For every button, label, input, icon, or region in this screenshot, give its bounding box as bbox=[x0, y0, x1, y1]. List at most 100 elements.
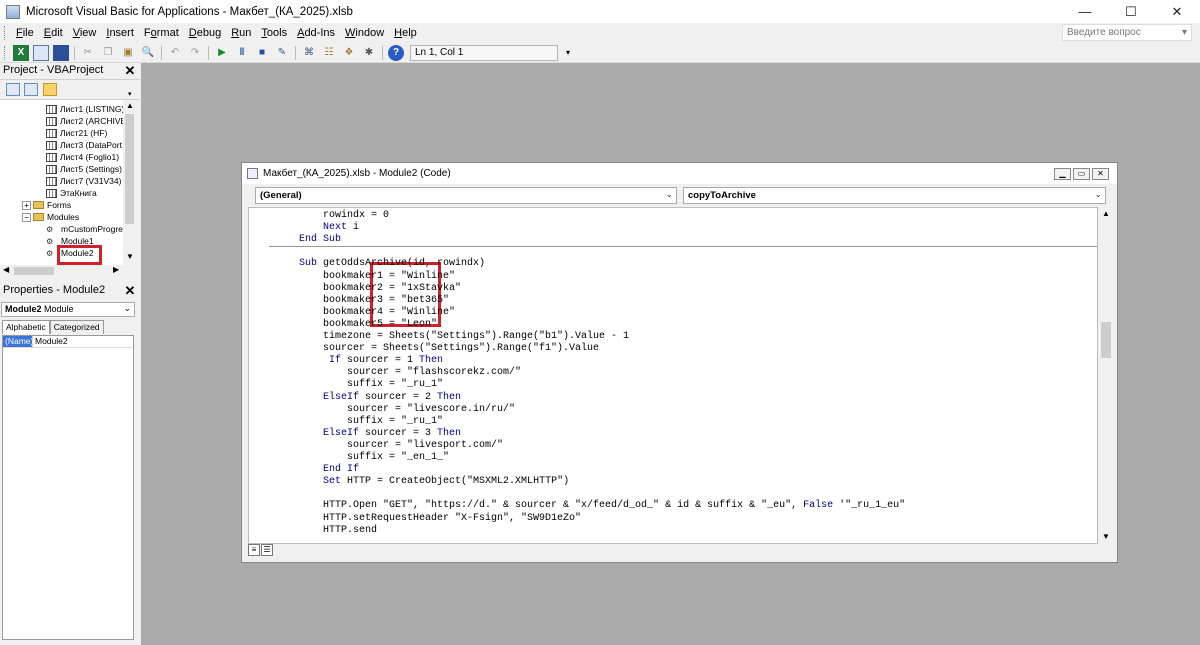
menu-window[interactable]: Window bbox=[340, 27, 389, 39]
menu-file[interactable]: File bbox=[11, 27, 39, 39]
scroll-up-icon[interactable]: ▲ bbox=[1102, 209, 1110, 218]
scroll-thumb[interactable] bbox=[1101, 322, 1111, 358]
code-line[interactable]: ElseIf sourcer = 2 Then bbox=[275, 392, 461, 404]
code-line[interactable]: rowindx = 0 bbox=[275, 210, 389, 222]
code-line[interactable]: HTTP.send bbox=[275, 525, 377, 537]
code-line[interactable]: End If bbox=[275, 464, 359, 476]
menu-run[interactable]: Run bbox=[226, 27, 256, 39]
tree-item-sheet[interactable]: Лист7 (V31V34) bbox=[46, 175, 121, 187]
copy-icon[interactable]: ❐ bbox=[100, 45, 116, 61]
chevron-down-icon[interactable]: ⌄ bbox=[665, 189, 673, 200]
tree-item-sheet[interactable]: Лист4 (Foglio1) bbox=[46, 151, 119, 163]
code-line[interactable]: sourcer = "livesport.com/" bbox=[275, 440, 503, 452]
code-line[interactable]: timezone = Sheets("Settings").Range("b1"… bbox=[275, 331, 629, 343]
tree-item-sheet[interactable]: Лист3 (DataPort bbox=[46, 139, 122, 151]
cut-icon[interactable]: ✂ bbox=[80, 45, 96, 61]
collapse-icon[interactable]: − bbox=[22, 212, 31, 222]
project-tree-scrollbar[interactable]: ▲ ▼ bbox=[123, 100, 136, 265]
chevron-down-icon[interactable]: ⌄ bbox=[123, 303, 131, 314]
toolbar-grip-icon[interactable] bbox=[4, 45, 7, 60]
close-button[interactable]: ✕ bbox=[1154, 0, 1200, 23]
object-browser-icon[interactable]: ❖ bbox=[341, 45, 357, 61]
chevron-down-icon[interactable]: ⌄ bbox=[1094, 189, 1102, 200]
code-line[interactable]: If sourcer = 1 Then bbox=[275, 355, 443, 367]
project-panel-close-icon[interactable]: ✕ bbox=[123, 64, 137, 78]
save-icon[interactable] bbox=[53, 44, 69, 61]
code-vertical-scrollbar[interactable]: ▲ ▼ bbox=[1099, 207, 1113, 544]
menu-view[interactable]: View bbox=[68, 27, 102, 39]
menu-format[interactable]: Format bbox=[139, 27, 184, 39]
code-line[interactable]: suffix = "_ru_1" bbox=[275, 416, 443, 428]
view-excel-icon[interactable]: X bbox=[13, 44, 29, 61]
code-line[interactable]: Set HTTP = CreateObject("MSXML2.XMLHTTP"… bbox=[275, 476, 569, 488]
help-dropdown-icon[interactable]: ▾ bbox=[1182, 27, 1187, 38]
toolbar-options-icon[interactable]: ▾ bbox=[560, 45, 576, 61]
code-close-button[interactable]: ✕ bbox=[1092, 168, 1109, 180]
code-restore-button[interactable]: ▭ bbox=[1073, 168, 1090, 180]
code-line[interactable]: bookmaker2 = "1xStavka" bbox=[275, 283, 461, 295]
minimize-button[interactable]: — bbox=[1062, 0, 1108, 23]
menu-edit[interactable]: Edit bbox=[39, 27, 68, 39]
undo-icon[interactable]: ↶ bbox=[167, 45, 183, 61]
properties-window-icon[interactable]: ☷ bbox=[321, 45, 337, 61]
code-line[interactable]: ElseIf sourcer = 3 Then bbox=[275, 428, 461, 440]
redo-icon[interactable]: ↷ bbox=[187, 45, 203, 61]
procedure-combo[interactable]: copyToArchive ⌄ bbox=[683, 187, 1106, 204]
design-mode-icon[interactable]: ✎ bbox=[274, 45, 290, 61]
full-module-view-icon[interactable]: ☰ bbox=[261, 544, 273, 556]
code-line[interactable]: bookmaker5 = "Leon" bbox=[275, 319, 437, 331]
code-line[interactable]: suffix = "_en_1_" bbox=[275, 452, 449, 464]
menu-addins[interactable]: Add-Ins bbox=[292, 27, 340, 39]
code-line[interactable]: HTTP.setRequestHeader "X-Fsign", "SW9D1e… bbox=[275, 513, 581, 525]
view-object-icon[interactable] bbox=[24, 83, 38, 96]
break-icon[interactable]: ‖ bbox=[234, 45, 250, 61]
project-tree-hscrollbar[interactable]: ◀ ▶ bbox=[0, 265, 136, 277]
code-line[interactable]: HTTP.Open "GET", "https://d." & sourcer … bbox=[275, 500, 905, 512]
paste-icon[interactable]: ▣ bbox=[120, 45, 136, 61]
scroll-right-icon[interactable]: ▶ bbox=[113, 265, 119, 274]
tree-item-sheet[interactable]: Лист5 (Settings) bbox=[46, 163, 122, 175]
hscroll-thumb[interactable] bbox=[14, 267, 54, 275]
expand-icon[interactable]: + bbox=[22, 200, 31, 210]
code-line[interactable]: bookmaker1 = "Winline" bbox=[275, 271, 455, 283]
code-line[interactable]: sourcer = Sheets("Settings").Range("f1")… bbox=[275, 343, 599, 355]
code-line[interactable]: Next i bbox=[275, 222, 359, 234]
code-line[interactable]: bookmaker3 = "bet365" bbox=[275, 295, 449, 307]
code-minimize-button[interactable]: ▁ bbox=[1054, 168, 1071, 180]
tree-item-sheet[interactable]: Лист1 (LISTING) bbox=[46, 103, 124, 115]
code-line[interactable]: End Sub bbox=[275, 234, 341, 246]
tab-alphabetic[interactable]: Alphabetic bbox=[2, 320, 50, 334]
maximize-button[interactable]: ☐ bbox=[1108, 0, 1154, 23]
reset-icon[interactable]: ■ bbox=[254, 45, 270, 61]
object-selector[interactable]: Module2 Module ⌄ bbox=[1, 302, 135, 317]
tab-categorized[interactable]: Categorized bbox=[49, 320, 104, 334]
object-combo[interactable]: (General) ⌄ bbox=[255, 187, 677, 204]
project-panel-resize-icon[interactable]: ▾ bbox=[128, 90, 132, 98]
help-icon[interactable]: ? bbox=[388, 44, 404, 61]
insert-userform-icon[interactable] bbox=[33, 44, 49, 61]
find-icon[interactable]: 🔍 bbox=[140, 45, 156, 61]
menu-tools[interactable]: Tools bbox=[256, 27, 292, 39]
view-code-icon[interactable] bbox=[6, 83, 20, 96]
menu-grip-icon[interactable] bbox=[4, 26, 7, 40]
tree-item-folder[interactable]: − Modules bbox=[22, 211, 79, 223]
properties-panel-close-icon[interactable]: ✕ bbox=[123, 284, 137, 298]
code-line[interactable]: suffix = "_ru_1" bbox=[275, 379, 443, 391]
scroll-left-icon[interactable]: ◀ bbox=[3, 265, 9, 274]
menu-debug[interactable]: Debug bbox=[184, 27, 226, 39]
project-tree[interactable]: Лист1 (LISTING) Лист2 (ARCHIVE Лист21 (HF)… bbox=[0, 100, 136, 265]
help-search-input[interactable]: Введите вопрос ▾ bbox=[1062, 24, 1192, 41]
scroll-thumb[interactable] bbox=[125, 114, 134, 224]
scroll-down-icon[interactable]: ▼ bbox=[1102, 532, 1110, 541]
project-explorer-icon[interactable]: ⌘ bbox=[301, 45, 317, 61]
code-line[interactable]: Sub getOddsArchive(id, rowindx) bbox=[275, 258, 485, 270]
code-editor[interactable]: rowindx = 0 Next i End Sub Sub getOddsAr… bbox=[248, 207, 1098, 544]
toggle-folders-icon[interactable] bbox=[43, 83, 57, 96]
scroll-up-icon[interactable]: ▲ bbox=[126, 101, 134, 110]
tree-item-sheet[interactable]: Лист2 (ARCHIVE bbox=[46, 115, 126, 127]
property-value[interactable]: Module2 bbox=[33, 336, 68, 347]
property-row[interactable]: (Name) Module2 bbox=[3, 336, 133, 348]
tree-item-sheet[interactable]: Лист21 (HF) bbox=[46, 127, 107, 139]
menu-insert[interactable]: Insert bbox=[101, 27, 139, 39]
code-line[interactable]: bookmaker4 = "Winline" bbox=[275, 307, 455, 319]
